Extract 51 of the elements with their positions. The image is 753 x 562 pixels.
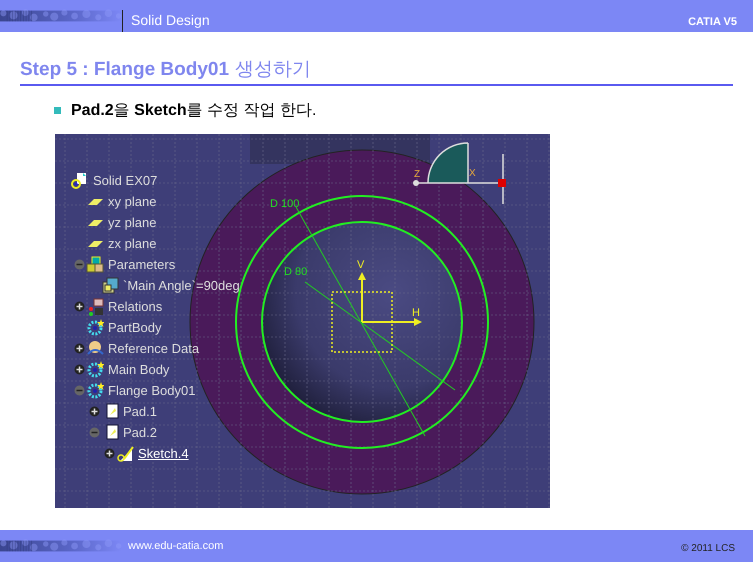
plane-icon <box>88 240 103 246</box>
website-url: www.edu-catia.com <box>127 539 224 554</box>
dimension-label: D 80 <box>284 266 308 278</box>
expand-icon[interactable] <box>89 406 100 417</box>
product-name: CATIA V5 <box>688 15 738 30</box>
parameter-icon <box>102 277 118 293</box>
axis-label: V <box>357 259 364 271</box>
tree-item[interactable]: zx plane <box>106 236 158 251</box>
pad-icon <box>106 403 118 418</box>
tree-item[interactable]: xy plane <box>106 194 158 209</box>
plane-icon <box>88 198 103 204</box>
relations-icon <box>89 298 104 316</box>
expand-icon[interactable] <box>74 364 85 375</box>
collapse-icon[interactable] <box>74 385 85 396</box>
parameters-icon <box>86 256 104 272</box>
expand-icon[interactable] <box>74 343 85 354</box>
tree-item[interactable]: Solid EX07 <box>91 173 160 188</box>
tree-item[interactable]: Parameters <box>106 257 178 272</box>
tree-item[interactable]: Sketch.4 <box>136 446 191 461</box>
sketch-icon <box>117 446 134 462</box>
slide-title: Step 5 : Flange Body01 <box>20 59 230 81</box>
dimension-label: D 100 <box>270 198 300 210</box>
tree-item[interactable]: Relations <box>106 299 164 314</box>
reference-icon <box>87 340 104 354</box>
collapse-icon[interactable] <box>89 427 100 438</box>
tree-item[interactable]: `Main Angle`=90deg <box>121 278 242 293</box>
header-title: Solid Design <box>130 11 210 30</box>
dotted-square <box>331 291 393 353</box>
expand-icon[interactable] <box>74 301 85 312</box>
part-icon <box>71 172 86 188</box>
tree-item[interactable]: Pad.1 <box>121 404 159 419</box>
tree-item[interactable]: Flange Body01 <box>106 383 198 398</box>
tree-item[interactable]: Main Body <box>106 362 172 377</box>
copyright-text: © 2011 LCS <box>681 542 736 556</box>
axis-label: Z <box>414 169 420 180</box>
tree-item[interactable]: Reference Data <box>106 341 202 356</box>
expand-icon[interactable] <box>104 448 115 459</box>
tree-item[interactable]: Pad.2 <box>121 425 159 440</box>
tree-item[interactable]: yz plane <box>106 215 158 230</box>
tree-item[interactable]: PartBody <box>106 320 164 335</box>
gear-icon <box>88 318 104 335</box>
bullet-icon <box>54 107 61 114</box>
gear-icon <box>88 360 104 377</box>
collapse-icon[interactable] <box>74 259 85 270</box>
slide-title-suffix: 생성하기 <box>235 58 312 82</box>
axis-label: X <box>469 168 476 179</box>
axis-label: H <box>412 307 420 319</box>
plane-icon <box>88 220 103 226</box>
instruction-text: Pad.2을 Sketch를 수정 작업 한다. <box>71 101 316 121</box>
pad-icon <box>106 424 118 439</box>
gear-icon <box>88 382 104 398</box>
